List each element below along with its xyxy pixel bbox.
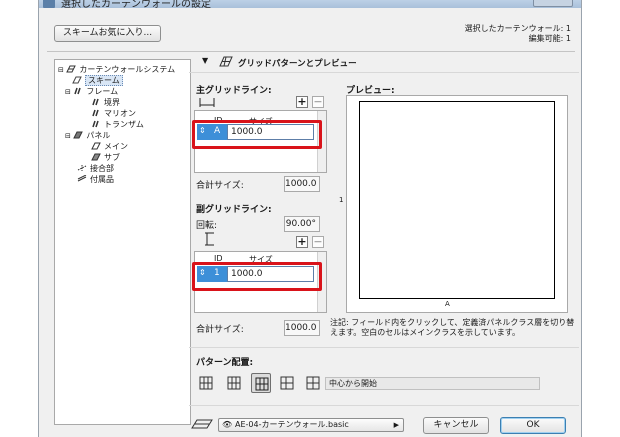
add-sub-grid-button[interactable]: + [296, 236, 308, 248]
main-total-value: 1000.0 [284, 176, 320, 192]
main-grid-title: 主グリッドライン: [196, 86, 272, 96]
pattern-start-field: 中心から開始 [325, 377, 540, 390]
tree-item-label: パネル [86, 131, 111, 140]
frame-icon [74, 87, 82, 95]
transom-icon [92, 120, 99, 128]
highlight-frame [192, 120, 322, 149]
preview-axis-left: 1 [339, 196, 344, 204]
tree-item-accessory[interactable]: 付属品 [77, 174, 114, 185]
footer-divider [189, 405, 579, 406]
sub-panel-icon [91, 153, 101, 161]
header-divider [189, 72, 579, 73]
settings-dialog: 選択したカーテンウォールの設定 スキームお気に入り... 選択したカーテンウォー… [38, 0, 582, 437]
tree-item-transom[interactable]: トランザム [91, 119, 144, 130]
tree-item-label: トランザム [104, 120, 144, 129]
sub-grid-title: 副グリッドライン: [196, 205, 272, 215]
boundary-icon [92, 98, 99, 106]
tree-item-label: 付属品 [90, 175, 114, 184]
vertical-dimension-icon [205, 232, 214, 246]
curtain-wall-icon [66, 65, 77, 73]
top-divider [47, 51, 575, 52]
pattern-fixed-icon [306, 376, 320, 390]
highlight-frame [192, 262, 322, 291]
tree-item-curtain-wall-system[interactable]: ⊟ カーテンウォールシステム [58, 64, 175, 75]
title-bar: 選択したカーテンウォールの設定 [39, 0, 581, 8]
pattern-left-icon [199, 376, 213, 390]
preview-area[interactable] [346, 95, 568, 313]
tree-item-mullion[interactable]: マリオン [91, 108, 136, 119]
pattern-button-5[interactable] [303, 373, 323, 393]
sub-total-label: 合計サイズ: [196, 325, 244, 335]
tree-item-main[interactable]: メイン [91, 141, 128, 152]
tree-item-junction[interactable]: 接合部 [77, 163, 114, 174]
add-main-grid-button[interactable]: + [296, 96, 308, 108]
category-tree: ⊟ カーテンウォールシステム スキーム ⊟ フレーム 境界 マリオン トランザム… [54, 59, 191, 425]
panel-header: グリッドパターンとプレビュー [238, 59, 357, 69]
horizontal-dimension-icon [199, 98, 215, 107]
scheme-icon [72, 76, 82, 84]
main-panel-icon [91, 142, 101, 150]
grid-pattern-icon [219, 56, 233, 67]
remove-sub-grid-button[interactable]: − [312, 236, 324, 248]
tree-item-frame[interactable]: ⊟ フレーム [65, 86, 118, 97]
layer-select-value: AE-04-カーテンウォール.basic [235, 420, 349, 429]
junction-icon [77, 165, 87, 171]
collapse-arrow-icon[interactable]: ▼ [202, 56, 208, 65]
pattern-title: パターン配置: [196, 358, 254, 368]
tree-item-panel[interactable]: ⊟ パネル [65, 130, 110, 141]
pattern-button-2[interactable] [224, 373, 244, 393]
close-button[interactable] [533, 0, 573, 7]
tree-item-label: 境界 [104, 98, 120, 107]
pattern-right-icon [227, 376, 241, 390]
preview-note: 注記: フィールド内をクリックして、定義済パネルクラス層を切り替えます。空白のセ… [330, 318, 575, 337]
rotation-field[interactable]: 90.00° [284, 216, 320, 232]
pattern-center-icon [255, 377, 269, 391]
tree-item-label: スキーム [85, 75, 123, 86]
tree-item-label: サブ [104, 153, 120, 162]
layer-icon [191, 419, 213, 429]
tree-item-label: 接合部 [90, 164, 114, 173]
tree-item-label: マリオン [104, 109, 136, 118]
scheme-favorites-button[interactable]: スキームお気に入り... [54, 25, 161, 42]
preview-grid-cell[interactable] [359, 101, 555, 299]
tree-item-label: メイン [104, 142, 128, 151]
sub-total-value: 1000.0 [284, 320, 320, 336]
editable-count: 編集可能: 1 [528, 34, 571, 43]
tree-item-boundary[interactable]: 境界 [91, 97, 120, 108]
panel-icon [73, 131, 84, 139]
tree-item-scheme[interactable]: スキーム [72, 75, 123, 86]
pattern-button-center[interactable] [251, 373, 271, 393]
ok-button[interactable]: OK [500, 417, 566, 434]
pattern-button-4[interactable] [277, 373, 297, 393]
rotation-label: 回転: [196, 221, 218, 231]
eye-icon: 👁 [222, 420, 233, 429]
pattern-fill-icon [280, 376, 294, 390]
pattern-button-1[interactable] [196, 373, 216, 393]
pattern-divider [189, 347, 579, 348]
tree-item-label: フレーム [86, 87, 119, 96]
mullion-icon [92, 109, 99, 117]
arrow-right-icon: ▶ [393, 421, 399, 429]
layer-select[interactable]: 👁 AE-04-カーテンウォール.basic ▶ [218, 418, 404, 432]
preview-axis-bottom: A [445, 300, 450, 308]
app-icon [43, 0, 55, 8]
tree-item-label: カーテンウォールシステム [79, 65, 176, 74]
accessory-icon [77, 175, 87, 182]
tree-item-sub[interactable]: サブ [91, 152, 120, 163]
remove-main-grid-button[interactable]: − [312, 96, 324, 108]
cancel-button[interactable]: キャンセル [423, 417, 489, 434]
main-total-label: 合計サイズ: [196, 181, 244, 191]
window-title: 選択したカーテンウォールの設定 [61, 0, 211, 8]
